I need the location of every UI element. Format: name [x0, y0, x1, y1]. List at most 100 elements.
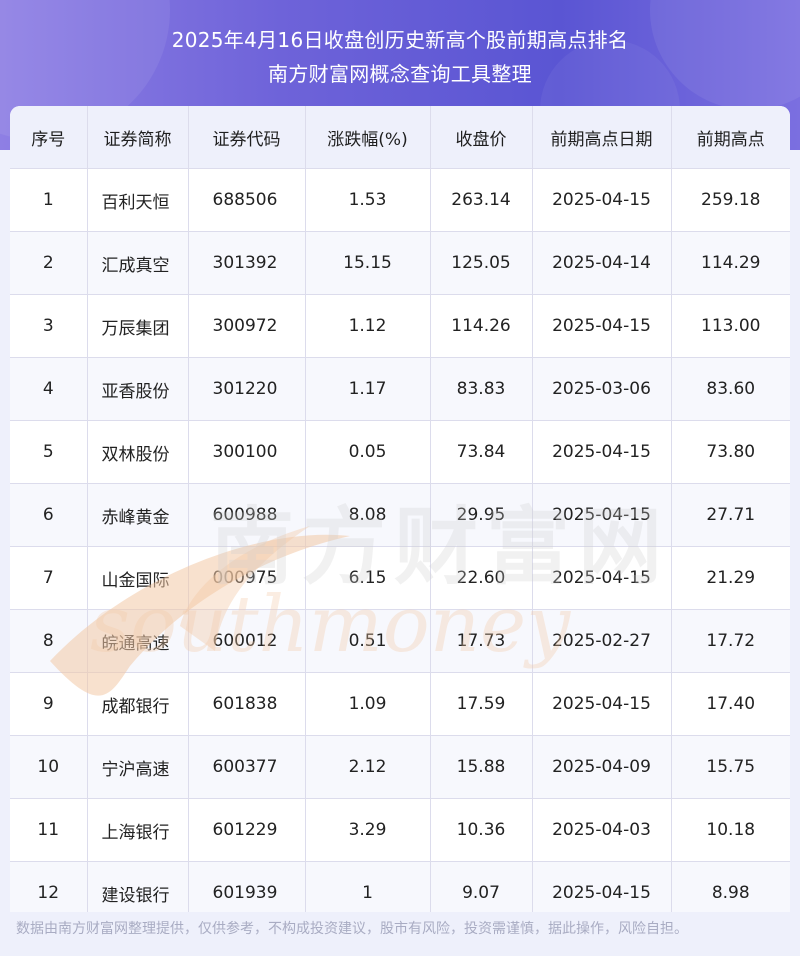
close-price-cell: 17.59: [430, 672, 533, 736]
table-row: 6 赤峰黄金 600988 8.08 29.95 2025-04-15 27.71: [10, 483, 790, 547]
column-header: 涨跌幅(%): [305, 106, 431, 169]
change-pct-cell: 0.05: [305, 420, 431, 484]
table-card: 序号 证券简称 证券代码 涨跌幅(%) 收盘价 前期高点日期 前期高点 1 百利天恒 68850…: [10, 106, 790, 912]
prior-high-date-cell: 2025-04-15: [532, 546, 672, 610]
change-pct-cell: 8.08: [305, 483, 431, 547]
footer-disclaimer: 数据由南方财富网整理提供，仅供参考，不构成投资建议，股市有风险，投资需谨慎，据此…: [16, 921, 688, 937]
table-header-row: 序号 证券简称 证券代码 涨跌幅(%) 收盘价 前期高点日期 前期高点: [10, 106, 790, 169]
close-price-cell: 114.26: [430, 294, 533, 358]
column-header: 证券简称: [87, 106, 189, 169]
change-pct-cell: 15.15: [305, 231, 431, 295]
prior-high-date-cell: 2025-04-14: [532, 231, 672, 295]
rank-cell: 12: [10, 861, 88, 912]
prior-high-date-cell: 2025-03-06: [532, 357, 672, 421]
stock-name-cell: 成都银行: [87, 672, 189, 736]
stock-name-cell: 亚香股份: [87, 357, 189, 421]
table-row: 1 百利天恒 688506 1.53 263.14 2025-04-15 259.18: [10, 168, 790, 232]
change-pct-cell: 1.09: [305, 672, 431, 736]
table-row: 4 亚香股份 301220 1.17 83.83 2025-03-06 83.60: [10, 357, 790, 421]
table-row: 2 汇成真空 301392 15.15 125.05 2025-04-14 114.29: [10, 231, 790, 295]
table-row: 3 万辰集团 300972 1.12 114.26 2025-04-15 113.00: [10, 294, 790, 358]
close-price-cell: 10.36: [430, 798, 533, 862]
prior-high-date-cell: 2025-04-15: [532, 483, 672, 547]
change-pct-cell: 1.53: [305, 168, 431, 232]
rank-cell: 10: [10, 735, 88, 799]
stock-code-cell: 600988: [188, 483, 306, 547]
stock-name-cell: 万辰集团: [87, 294, 189, 358]
column-header: 序号: [10, 106, 88, 169]
rank-cell: 1: [10, 168, 88, 232]
prior-high-date-cell: 2025-04-15: [532, 168, 672, 232]
column-header: 证券代码: [188, 106, 306, 169]
stock-name-cell: 宁沪高速: [87, 735, 189, 799]
table-row: 10 宁沪高速 600377 2.12 15.88 2025-04-09 15.75: [10, 735, 790, 799]
rank-cell: 5: [10, 420, 88, 484]
close-price-cell: 29.95: [430, 483, 533, 547]
stock-name-cell: 赤峰黄金: [87, 483, 189, 547]
stock-code-cell: 601838: [188, 672, 306, 736]
prior-high-date-cell: 2025-02-27: [532, 609, 672, 673]
change-pct-cell: 1: [305, 861, 431, 912]
column-header: 前期高点日期: [532, 106, 672, 169]
stock-code-cell: 688506: [188, 168, 306, 232]
prior-high-date-cell: 2025-04-15: [532, 861, 672, 912]
page-subtitle: 南方财富网概念查询工具整理: [268, 62, 532, 86]
change-pct-cell: 1.17: [305, 357, 431, 421]
prior-high-cell: 73.80: [671, 420, 790, 484]
rank-cell: 6: [10, 483, 88, 547]
stock-code-cell: 300100: [188, 420, 306, 484]
stock-code-cell: 301220: [188, 357, 306, 421]
prior-high-cell: 27.71: [671, 483, 790, 547]
close-price-cell: 125.05: [430, 231, 533, 295]
close-price-cell: 15.88: [430, 735, 533, 799]
stock-code-cell: 300972: [188, 294, 306, 358]
stock-code-cell: 000975: [188, 546, 306, 610]
prior-high-date-cell: 2025-04-15: [532, 294, 672, 358]
stock-name-cell: 山金国际: [87, 546, 189, 610]
stock-code-cell: 301392: [188, 231, 306, 295]
stock-name-cell: 百利天恒: [87, 168, 189, 232]
table-row: 12 建设银行 601939 1 9.07 2025-04-15 8.98: [10, 861, 790, 912]
change-pct-cell: 0.51: [305, 609, 431, 673]
change-pct-cell: 3.29: [305, 798, 431, 862]
prior-high-cell: 114.29: [671, 231, 790, 295]
rank-cell: 11: [10, 798, 88, 862]
close-price-cell: 83.83: [430, 357, 533, 421]
rank-cell: 9: [10, 672, 88, 736]
rank-cell: 7: [10, 546, 88, 610]
stock-code-cell: 600377: [188, 735, 306, 799]
stock-name-cell: 双林股份: [87, 420, 189, 484]
data-table: 序号 证券简称 证券代码 涨跌幅(%) 收盘价 前期高点日期 前期高点 1 百利天恒 68850…: [10, 106, 790, 912]
rank-cell: 8: [10, 609, 88, 673]
prior-high-cell: 15.75: [671, 735, 790, 799]
change-pct-cell: 1.12: [305, 294, 431, 358]
prior-high-cell: 83.60: [671, 357, 790, 421]
prior-high-cell: 10.18: [671, 798, 790, 862]
prior-high-cell: 259.18: [671, 168, 790, 232]
page-title: 2025年4月16日收盘创历史新高个股前期高点排名: [171, 28, 629, 52]
rank-cell: 2: [10, 231, 88, 295]
table-row: 9 成都银行 601838 1.09 17.59 2025-04-15 17.40: [10, 672, 790, 736]
stock-name-cell: 皖通高速: [87, 609, 189, 673]
close-price-cell: 263.14: [430, 168, 533, 232]
table-row: 8 皖通高速 600012 0.51 17.73 2025-02-27 17.72: [10, 609, 790, 673]
stock-code-cell: 601229: [188, 798, 306, 862]
change-pct-cell: 6.15: [305, 546, 431, 610]
column-header: 前期高点: [671, 106, 790, 169]
prior-high-cell: 8.98: [671, 861, 790, 912]
table-row: 7 山金国际 000975 6.15 22.60 2025-04-15 21.29: [10, 546, 790, 610]
prior-high-cell: 17.40: [671, 672, 790, 736]
stock-name-cell: 建设银行: [87, 861, 189, 912]
rank-cell: 4: [10, 357, 88, 421]
stock-name-cell: 上海银行: [87, 798, 189, 862]
prior-high-date-cell: 2025-04-09: [532, 735, 672, 799]
table-row: 5 双林股份 300100 0.05 73.84 2025-04-15 73.80: [10, 420, 790, 484]
close-price-cell: 9.07: [430, 861, 533, 912]
close-price-cell: 22.60: [430, 546, 533, 610]
close-price-cell: 17.73: [430, 609, 533, 673]
stock-name-cell: 汇成真空: [87, 231, 189, 295]
prior-high-date-cell: 2025-04-15: [532, 420, 672, 484]
rank-cell: 3: [10, 294, 88, 358]
change-pct-cell: 2.12: [305, 735, 431, 799]
prior-high-cell: 113.00: [671, 294, 790, 358]
